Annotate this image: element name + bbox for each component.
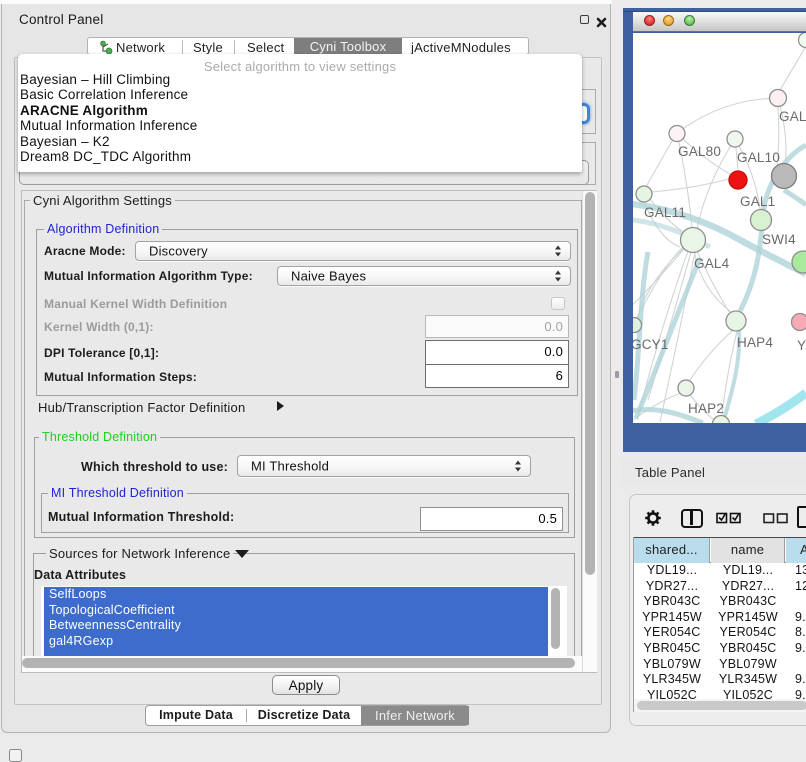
svg-text:Y: Y	[797, 338, 806, 353]
svg-text:SWI4: SWI4	[762, 232, 796, 247]
svg-text:GCY1: GCY1	[633, 337, 669, 352]
svg-text:HAP2: HAP2	[688, 401, 724, 416]
svg-text:HAP4: HAP4	[737, 335, 773, 350]
svg-text:GAL11: GAL11	[644, 205, 686, 220]
svg-text:GAL1: GAL1	[740, 194, 775, 209]
svg-text:GAL10: GAL10	[737, 150, 780, 165]
svg-text:GAL80: GAL80	[678, 144, 721, 159]
svg-text:GAL4: GAL4	[694, 256, 730, 271]
svg-text:GAL7: GAL7	[779, 109, 806, 124]
